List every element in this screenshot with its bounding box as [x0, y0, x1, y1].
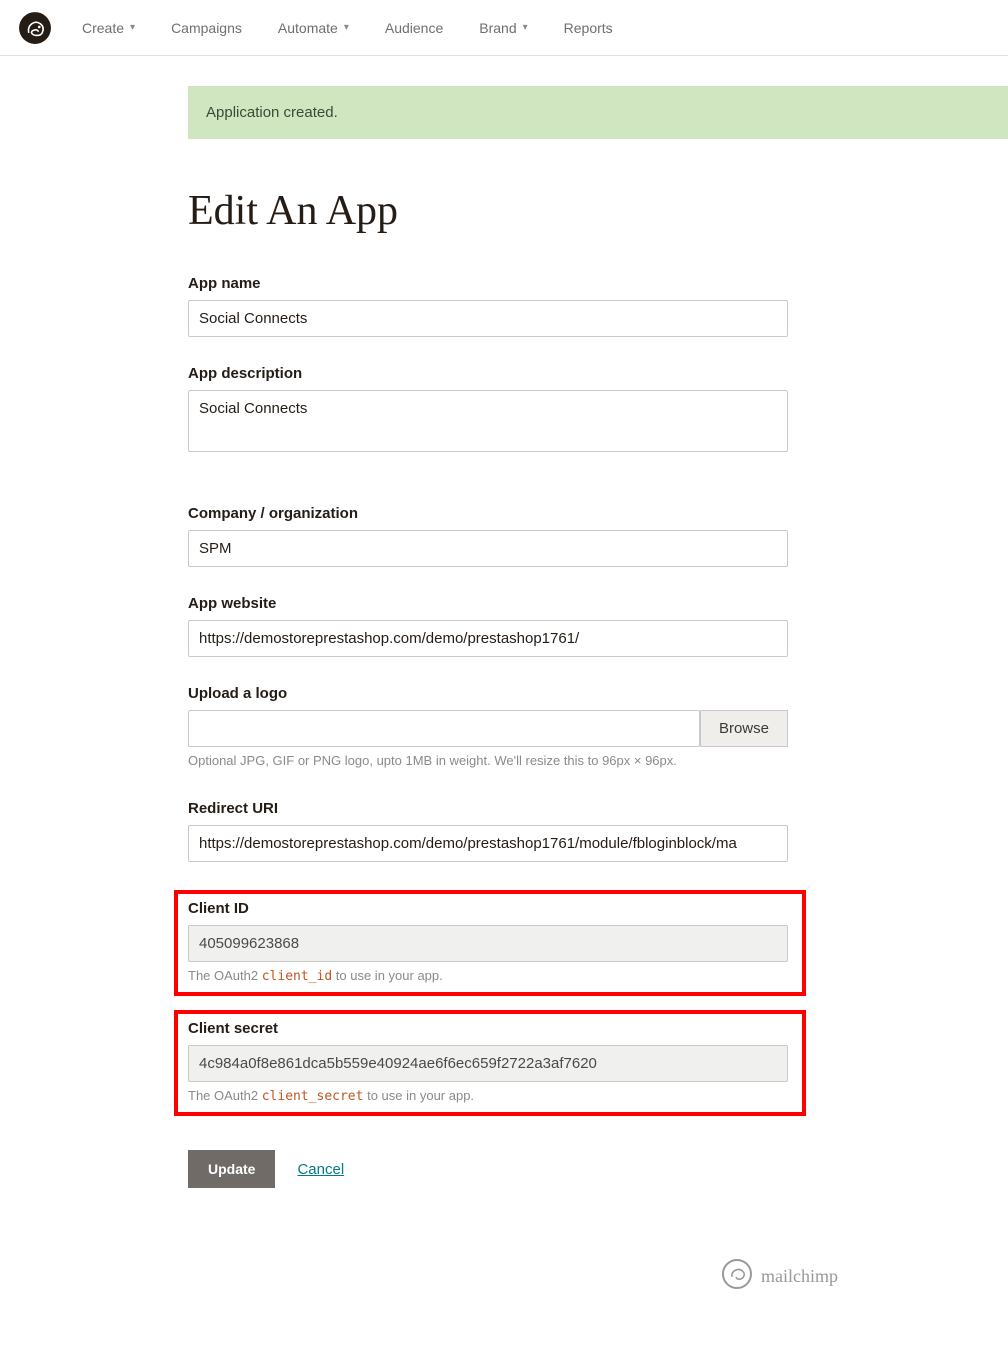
nav-audience-label: Audience	[385, 20, 443, 36]
banner-message: Application created.	[206, 104, 338, 121]
mailchimp-logo-icon[interactable]	[18, 11, 52, 45]
input-company[interactable]	[188, 530, 788, 567]
input-client-id[interactable]	[188, 925, 788, 962]
nav-audience[interactable]: Audience	[385, 20, 443, 36]
field-upload-logo: Upload a logo Browse Optional JPG, GIF o…	[188, 685, 788, 768]
footer: mailchimp	[188, 1258, 1008, 1295]
field-company: Company / organization	[188, 505, 788, 567]
nav-campaigns-label: Campaigns	[171, 20, 242, 36]
field-client-secret: Client secret The OAuth2 client_secret t…	[188, 1020, 788, 1104]
hint-client-id-pre: The OAuth2	[188, 968, 262, 983]
highlight-client-secret: Client secret The OAuth2 client_secret t…	[174, 1010, 806, 1116]
input-website[interactable]	[188, 620, 788, 657]
nav-automate[interactable]: Automate ▾	[278, 20, 349, 36]
label-client-secret: Client secret	[188, 1020, 788, 1037]
nav-brand-label: Brand	[479, 20, 516, 36]
label-website: App website	[188, 595, 788, 612]
main-nav: Create ▾ Campaigns Automate ▾ Audience B…	[82, 20, 613, 36]
footer-brand-name: mailchimp	[761, 1266, 838, 1287]
mailchimp-footer-logo-icon	[721, 1258, 753, 1295]
input-upload-logo[interactable]	[188, 710, 700, 747]
chevron-down-icon: ▾	[130, 22, 135, 33]
cancel-link[interactable]: Cancel	[297, 1161, 344, 1178]
hint-client-secret-pre: The OAuth2	[188, 1088, 262, 1103]
nav-reports[interactable]: Reports	[564, 20, 613, 36]
hint-client-id-code: client_id	[262, 969, 332, 984]
nav-create[interactable]: Create ▾	[82, 20, 135, 36]
success-banner: Application created.	[188, 86, 1008, 139]
input-app-name[interactable]	[188, 300, 788, 337]
highlight-client-id: Client ID The OAuth2 client_id to use in…	[174, 890, 806, 996]
field-website: App website	[188, 595, 788, 657]
field-client-id: Client ID The OAuth2 client_id to use in…	[188, 900, 788, 984]
hint-client-secret-code: client_secret	[262, 1089, 364, 1104]
hint-client-secret: The OAuth2 client_secret to use in your …	[188, 1088, 788, 1104]
update-button[interactable]: Update	[188, 1150, 275, 1188]
nav-brand[interactable]: Brand ▾	[479, 20, 527, 36]
chevron-down-icon: ▾	[344, 22, 349, 33]
hint-client-secret-post: to use in your app.	[363, 1088, 474, 1103]
field-app-description: App description Social Connects	[188, 365, 788, 457]
main-content: Application created. Edit An App App nam…	[0, 56, 1008, 1335]
form-actions: Update Cancel	[188, 1150, 1008, 1188]
label-upload-logo: Upload a logo	[188, 685, 788, 702]
label-client-id: Client ID	[188, 900, 788, 917]
browse-button[interactable]: Browse	[700, 710, 788, 747]
field-app-name: App name	[188, 275, 788, 337]
hint-client-id-post: to use in your app.	[332, 968, 443, 983]
chevron-down-icon: ▾	[523, 22, 528, 33]
hint-client-id: The OAuth2 client_id to use in your app.	[188, 968, 788, 984]
nav-automate-label: Automate	[278, 20, 338, 36]
nav-campaigns[interactable]: Campaigns	[171, 20, 242, 36]
top-bar: Create ▾ Campaigns Automate ▾ Audience B…	[0, 0, 1008, 56]
field-redirect-uri: Redirect URI	[188, 800, 788, 862]
input-redirect-uri[interactable]	[188, 825, 788, 862]
label-app-description: App description	[188, 365, 788, 382]
page-title: Edit An App	[188, 187, 1008, 235]
nav-create-label: Create	[82, 20, 124, 36]
textarea-app-description[interactable]: Social Connects	[188, 390, 788, 452]
label-app-name: App name	[188, 275, 788, 292]
input-client-secret[interactable]	[188, 1045, 788, 1082]
label-company: Company / organization	[188, 505, 788, 522]
label-redirect-uri: Redirect URI	[188, 800, 788, 817]
hint-upload-logo: Optional JPG, GIF or PNG logo, upto 1MB …	[188, 753, 788, 768]
nav-reports-label: Reports	[564, 20, 613, 36]
